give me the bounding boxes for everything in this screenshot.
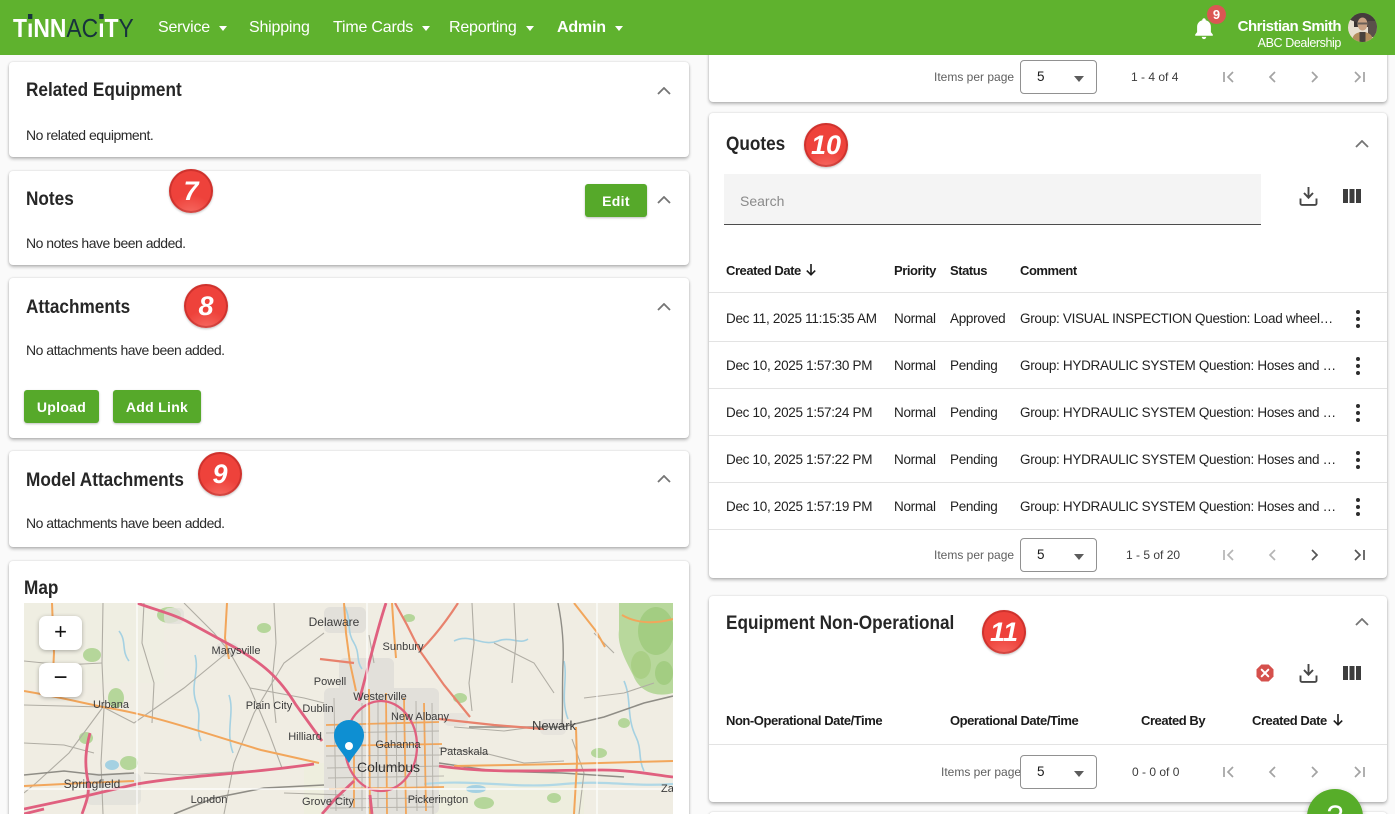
svg-text:London: London: [191, 794, 228, 806]
svg-text:Newark: Newark: [532, 718, 577, 733]
svg-text:Powell: Powell: [314, 676, 346, 688]
svg-text:Zan: Zan: [661, 783, 673, 795]
svg-text:Springfield: Springfield: [64, 777, 121, 791]
svg-text:Pataskala: Pataskala: [440, 746, 489, 758]
svg-text:Columbus: Columbus: [357, 759, 420, 775]
svg-text:Delaware: Delaware: [309, 615, 360, 629]
svg-text:Marysville: Marysville: [212, 645, 261, 657]
svg-text:Gahanna: Gahanna: [375, 739, 421, 751]
svg-text:Sunbury: Sunbury: [383, 641, 424, 653]
svg-text:Hilliard: Hilliard: [288, 731, 322, 743]
svg-text:Dublin: Dublin: [302, 703, 333, 715]
svg-text:Pickerington: Pickerington: [408, 794, 469, 806]
svg-text:Plain City: Plain City: [246, 700, 293, 712]
svg-text:New Albany: New Albany: [391, 711, 450, 723]
svg-text:Westerville: Westerville: [353, 691, 407, 703]
svg-text:Urbana: Urbana: [93, 699, 130, 711]
svg-text:Grove City: Grove City: [302, 796, 354, 808]
